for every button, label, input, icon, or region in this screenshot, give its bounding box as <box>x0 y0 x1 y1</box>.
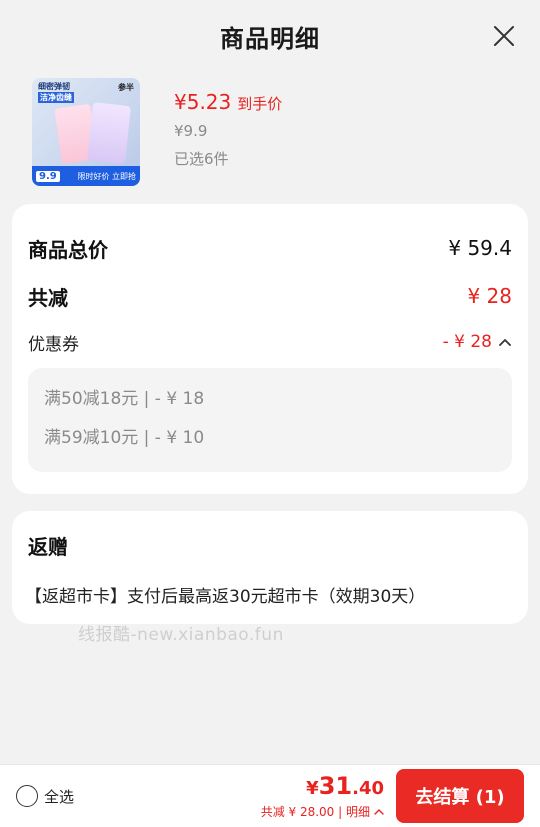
sheet-header: 商品明细 <box>0 0 540 72</box>
coupon-label: 优惠券 <box>28 334 79 355</box>
radio-icon[interactable] <box>16 785 38 807</box>
detail-toggle[interactable]: 共减 ¥ 28.00 | 明细 <box>261 803 384 820</box>
order-sum: ¥31.40 共减 ¥ 28.00 | 明细 <box>261 772 384 820</box>
select-all-toggle[interactable]: 全选 <box>16 785 74 807</box>
coupon-list: 满50减18元 | - ¥ 18 满59减10元 | - ¥ 10 <box>28 368 512 472</box>
gift-description: 【返超市卡】支付后最高返30元超市卡（效期30天） <box>25 587 426 607</box>
total-row: 商品总价 ¥ 59.4 <box>28 230 512 266</box>
thumb-text-1: 细密弹韧 <box>38 82 70 91</box>
page-title: 商品明细 <box>220 24 320 53</box>
original-price: ¥9.9 <box>174 122 208 140</box>
thumb-price: 9.9 <box>36 170 60 182</box>
coupon-item: 满50减18元 | - ¥ 18 <box>44 389 205 409</box>
sum-price-dec: .40 <box>352 778 384 799</box>
sum-yen: ¥ <box>306 778 319 799</box>
reduce-label: 共减 <box>28 285 68 310</box>
coupon-value: - ¥ 28 <box>442 332 492 352</box>
coupon-row[interactable]: 优惠券 - ¥ 28 <box>28 326 512 358</box>
final-price-tag: 到手价 <box>237 95 283 113</box>
product-info: ¥5.23 到手价 ¥9.9 已选6件 <box>174 78 282 196</box>
watermark: 线报酷-new.xianbao.fun <box>78 625 284 645</box>
total-label: 商品总价 <box>28 237 108 262</box>
checkout-bar: 全选 ¥31.40 共减 ¥ 28.00 | 明细 去结算 (1) <box>0 764 540 827</box>
reduce-value: ¥ 28 <box>467 284 512 308</box>
thumb-text-2: 洁净齿缝 <box>38 92 74 103</box>
price-breakdown-card: 商品总价 ¥ 59.4 共减 ¥ 28 优惠券 - ¥ 28 满50减18元 |… <box>12 204 528 494</box>
reduce-row: 共减 ¥ 28 <box>28 278 512 314</box>
final-price: ¥5.23 <box>174 90 232 114</box>
price-row: ¥5.23 到手价 <box>174 90 282 114</box>
chevron-up-icon <box>499 339 511 346</box>
gift-title: 返赠 <box>28 535 68 559</box>
sum-price-int: 31 <box>318 772 353 800</box>
checkout-button[interactable]: 去结算 (1) <box>396 769 524 823</box>
thumb-brand: 参半 <box>118 83 134 92</box>
coupon-toggle[interactable]: - ¥ 28 <box>443 332 512 352</box>
sum-subtext: 共减 ¥ 28.00 | 明细 <box>260 805 370 819</box>
coupon-item: 满59减10元 | - ¥ 10 <box>44 428 205 448</box>
select-all-label: 全选 <box>44 787 75 806</box>
selected-count: 已选6件 <box>174 150 229 168</box>
product-summary: 细密弹韧 洁净齿缝 参半 9.9 限时好价 立即抢 ¥5.23 到手价 ¥9.9… <box>0 72 540 196</box>
chevron-up-icon <box>374 809 384 815</box>
total-value: ¥ 59.4 <box>448 236 512 260</box>
product-detail-sheet: 商品明细 细密弹韧 洁净齿缝 参半 9.9 限时好价 立即抢 ¥5.23 到手价… <box>0 0 540 827</box>
thumb-price-strip: 9.9 限时好价 立即抢 <box>32 166 140 186</box>
product-thumbnail[interactable]: 细密弹韧 洁净齿缝 参半 9.9 限时好价 立即抢 <box>32 78 140 186</box>
gift-card: 返赠 【返超市卡】支付后最高返30元超市卡（效期30天） <box>12 511 528 624</box>
close-icon[interactable] <box>492 24 516 48</box>
sum-price: ¥31.40 <box>261 772 384 803</box>
product-pack-purple <box>87 102 131 164</box>
thumb-badge: 限时好价 立即抢 <box>77 171 136 181</box>
